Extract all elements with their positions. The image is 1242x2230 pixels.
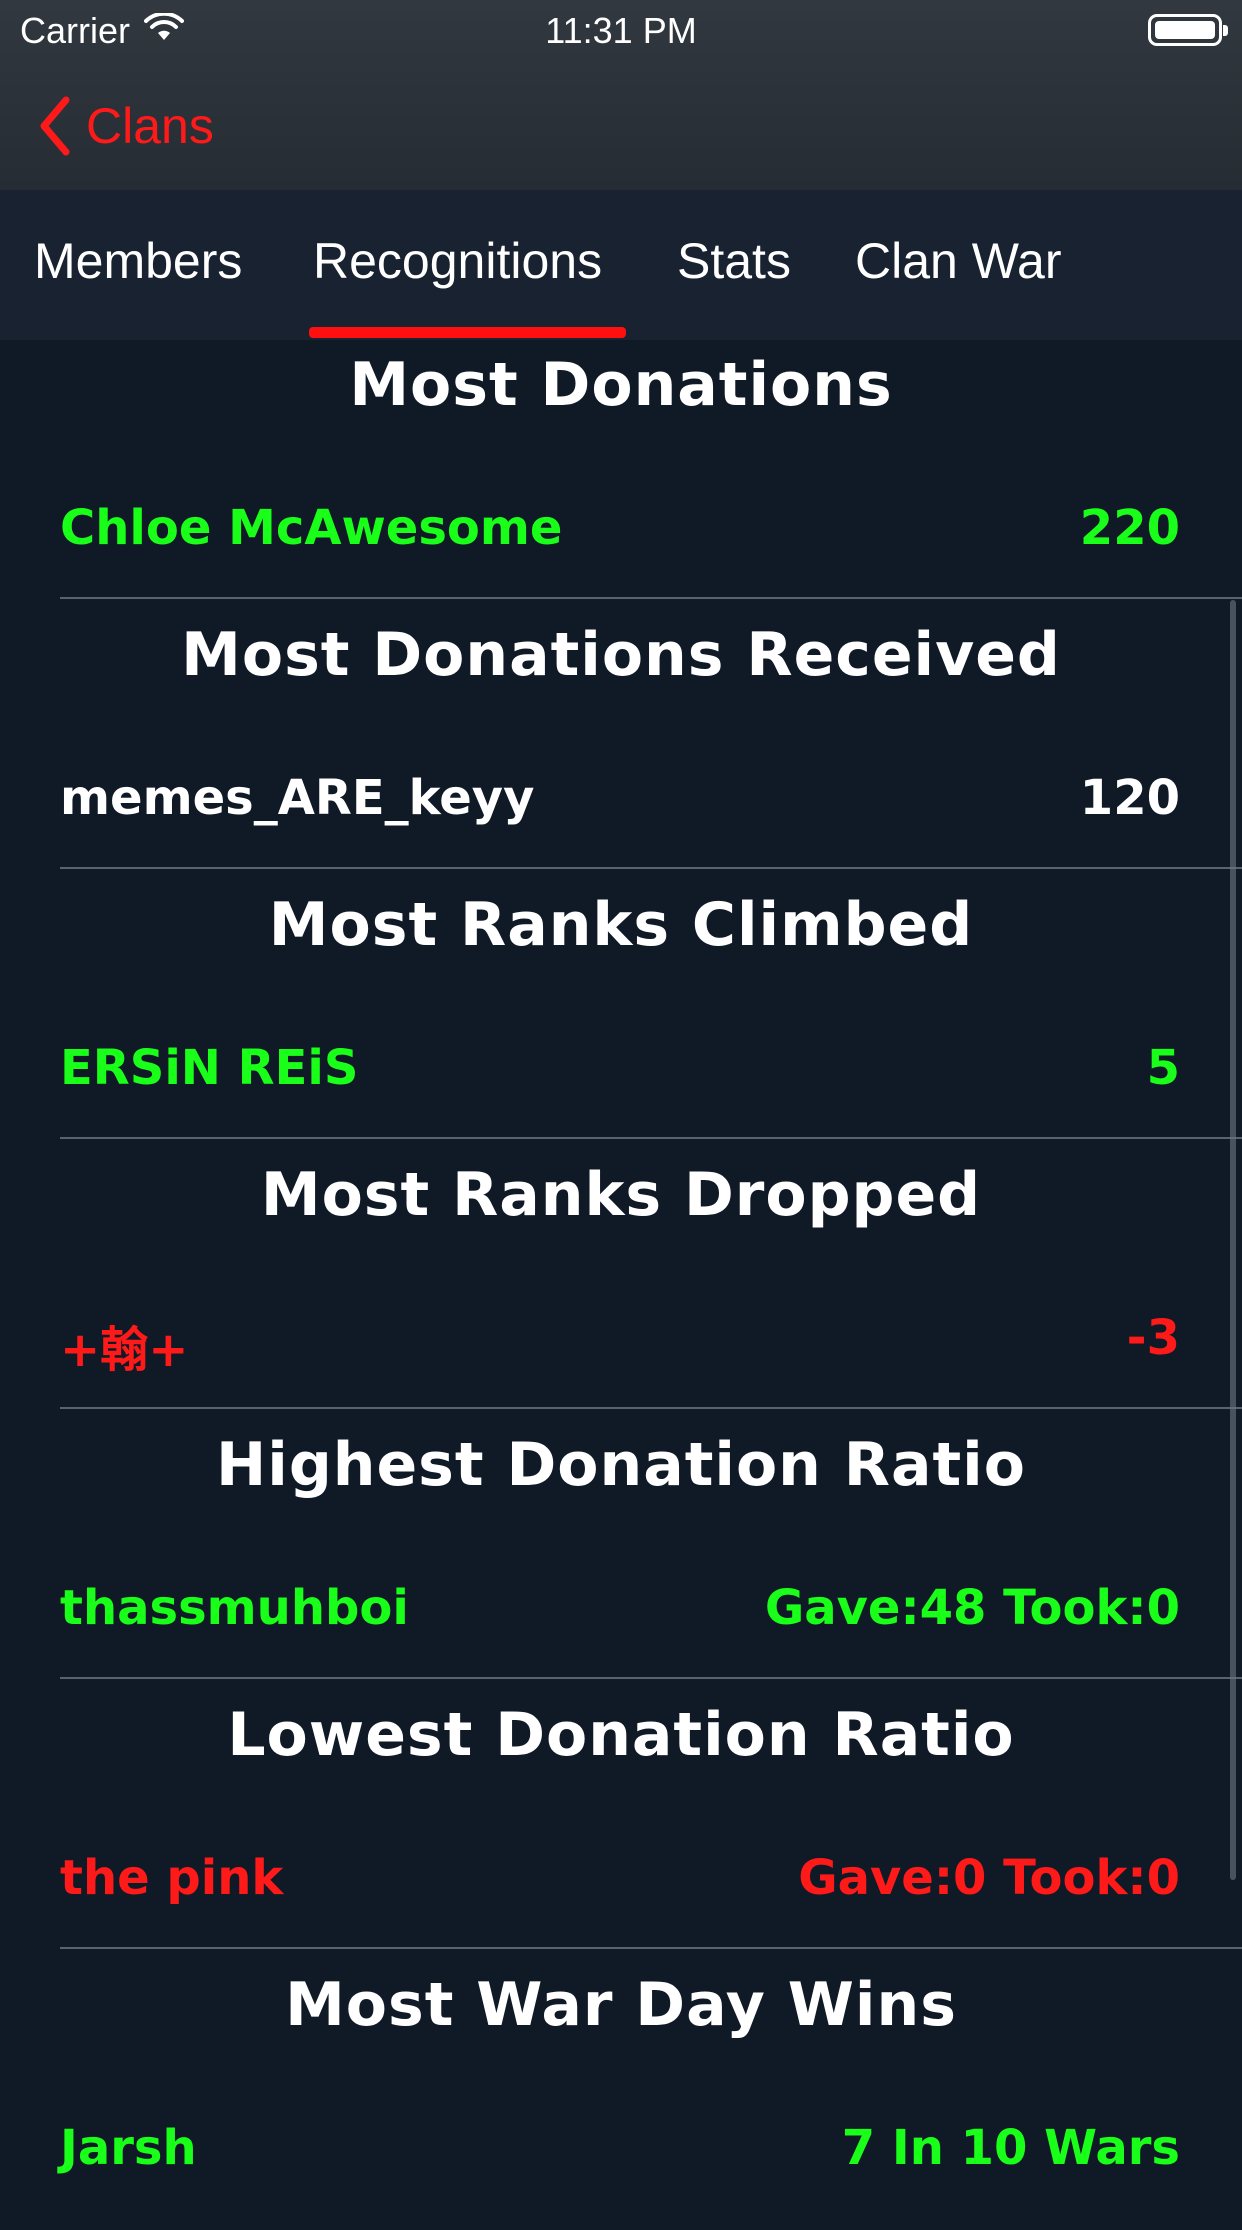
member-name: Chloe McAwesome bbox=[60, 500, 563, 556]
tab-recognitions[interactable]: Recognitions bbox=[313, 232, 602, 290]
active-tab-indicator bbox=[309, 327, 626, 338]
chevron-left-icon bbox=[40, 96, 70, 156]
top-bar: Carrier 11:31 PM Clans bbox=[0, 0, 1242, 190]
member-name: memes_ARE_keyy bbox=[60, 770, 535, 826]
divider bbox=[60, 867, 1242, 869]
tab-members[interactable]: Members bbox=[34, 232, 242, 290]
section-title: Most Donations Received bbox=[181, 620, 1061, 690]
recognitions-list[interactable]: Most Donations Chloe McAwesome 220 Most … bbox=[0, 340, 1242, 2208]
scrollbar[interactable] bbox=[1230, 600, 1236, 1880]
recognition-row[interactable]: Jarsh 7 In 10 Wars bbox=[60, 2120, 1180, 2182]
divider bbox=[60, 1407, 1242, 1409]
section-title: Most Ranks Climbed bbox=[268, 890, 974, 960]
recognition-value: -3 bbox=[1126, 1310, 1180, 1366]
recognition-section: Most Ranks Climbed ERSiN REiS 5 bbox=[0, 880, 1242, 1150]
section-title: Highest Donation Ratio bbox=[216, 1430, 1026, 1500]
status-bar: Carrier 11:31 PM bbox=[0, 0, 1242, 62]
navigation-bar: Clans bbox=[0, 62, 1242, 190]
recognition-row[interactable]: ERSiN REiS 5 bbox=[60, 1040, 1180, 1102]
member-name: +翰+ bbox=[60, 1322, 189, 1378]
recognition-section: Most Donations Chloe McAwesome 220 bbox=[0, 340, 1242, 610]
member-name: ERSiN REiS bbox=[60, 1040, 359, 1096]
recognition-value: 5 bbox=[1146, 1040, 1180, 1096]
section-title: Most War Day Wins bbox=[285, 1970, 957, 2040]
divider bbox=[60, 597, 1242, 599]
recognition-section: Most Donations Received memes_ARE_keyy 1… bbox=[0, 610, 1242, 880]
section-title: Lowest Donation Ratio bbox=[227, 1700, 1015, 1770]
divider bbox=[60, 1947, 1242, 1949]
recognition-value: 220 bbox=[1079, 500, 1180, 556]
recognition-value: Gave:48 Took:0 bbox=[764, 1580, 1180, 1636]
recognition-row[interactable]: memes_ARE_keyy 120 bbox=[60, 770, 1180, 832]
recognition-section: Most Ranks Dropped +翰+ -3 bbox=[0, 1150, 1242, 1420]
tab-stats[interactable]: Stats bbox=[677, 232, 791, 290]
back-label: Clans bbox=[86, 98, 214, 154]
recognition-row[interactable]: the pink Gave:0 Took:0 bbox=[60, 1850, 1180, 1912]
battery-icon bbox=[1148, 14, 1228, 46]
recognition-section: Highest Donation Ratio thassmuhboi Gave:… bbox=[0, 1420, 1242, 1690]
recognition-row[interactable]: +翰+ -3 bbox=[60, 1310, 1180, 1378]
status-time: 11:31 PM bbox=[545, 10, 697, 51]
recognition-section: Lowest Donation Ratio the pink Gave:0 To… bbox=[0, 1690, 1242, 1960]
recognition-value: 120 bbox=[1079, 770, 1180, 826]
recognition-row[interactable]: Chloe McAwesome 220 bbox=[60, 500, 1180, 562]
member-name: the pink bbox=[60, 1850, 284, 1906]
tab-clan-war[interactable]: Clan War bbox=[855, 232, 1062, 290]
recognition-row[interactable]: thassmuhboi Gave:48 Took:0 bbox=[60, 1580, 1180, 1642]
recognition-section: Most War Day Wins Jarsh 7 In 10 Wars bbox=[0, 1960, 1242, 2230]
recognition-value: 7 In 10 Wars bbox=[841, 2120, 1180, 2176]
member-name: thassmuhboi bbox=[60, 1580, 409, 1636]
back-button[interactable]: Clans bbox=[38, 96, 214, 156]
section-title: Most Ranks Dropped bbox=[260, 1160, 982, 1230]
member-name: Jarsh bbox=[60, 2120, 197, 2176]
tab-bar: Members Recognitions Stats Clan War bbox=[0, 190, 1242, 340]
recognition-value: Gave:0 Took:0 bbox=[798, 1850, 1180, 1906]
section-title: Most Donations bbox=[349, 350, 893, 420]
divider bbox=[60, 1137, 1242, 1139]
divider bbox=[60, 1677, 1242, 1679]
